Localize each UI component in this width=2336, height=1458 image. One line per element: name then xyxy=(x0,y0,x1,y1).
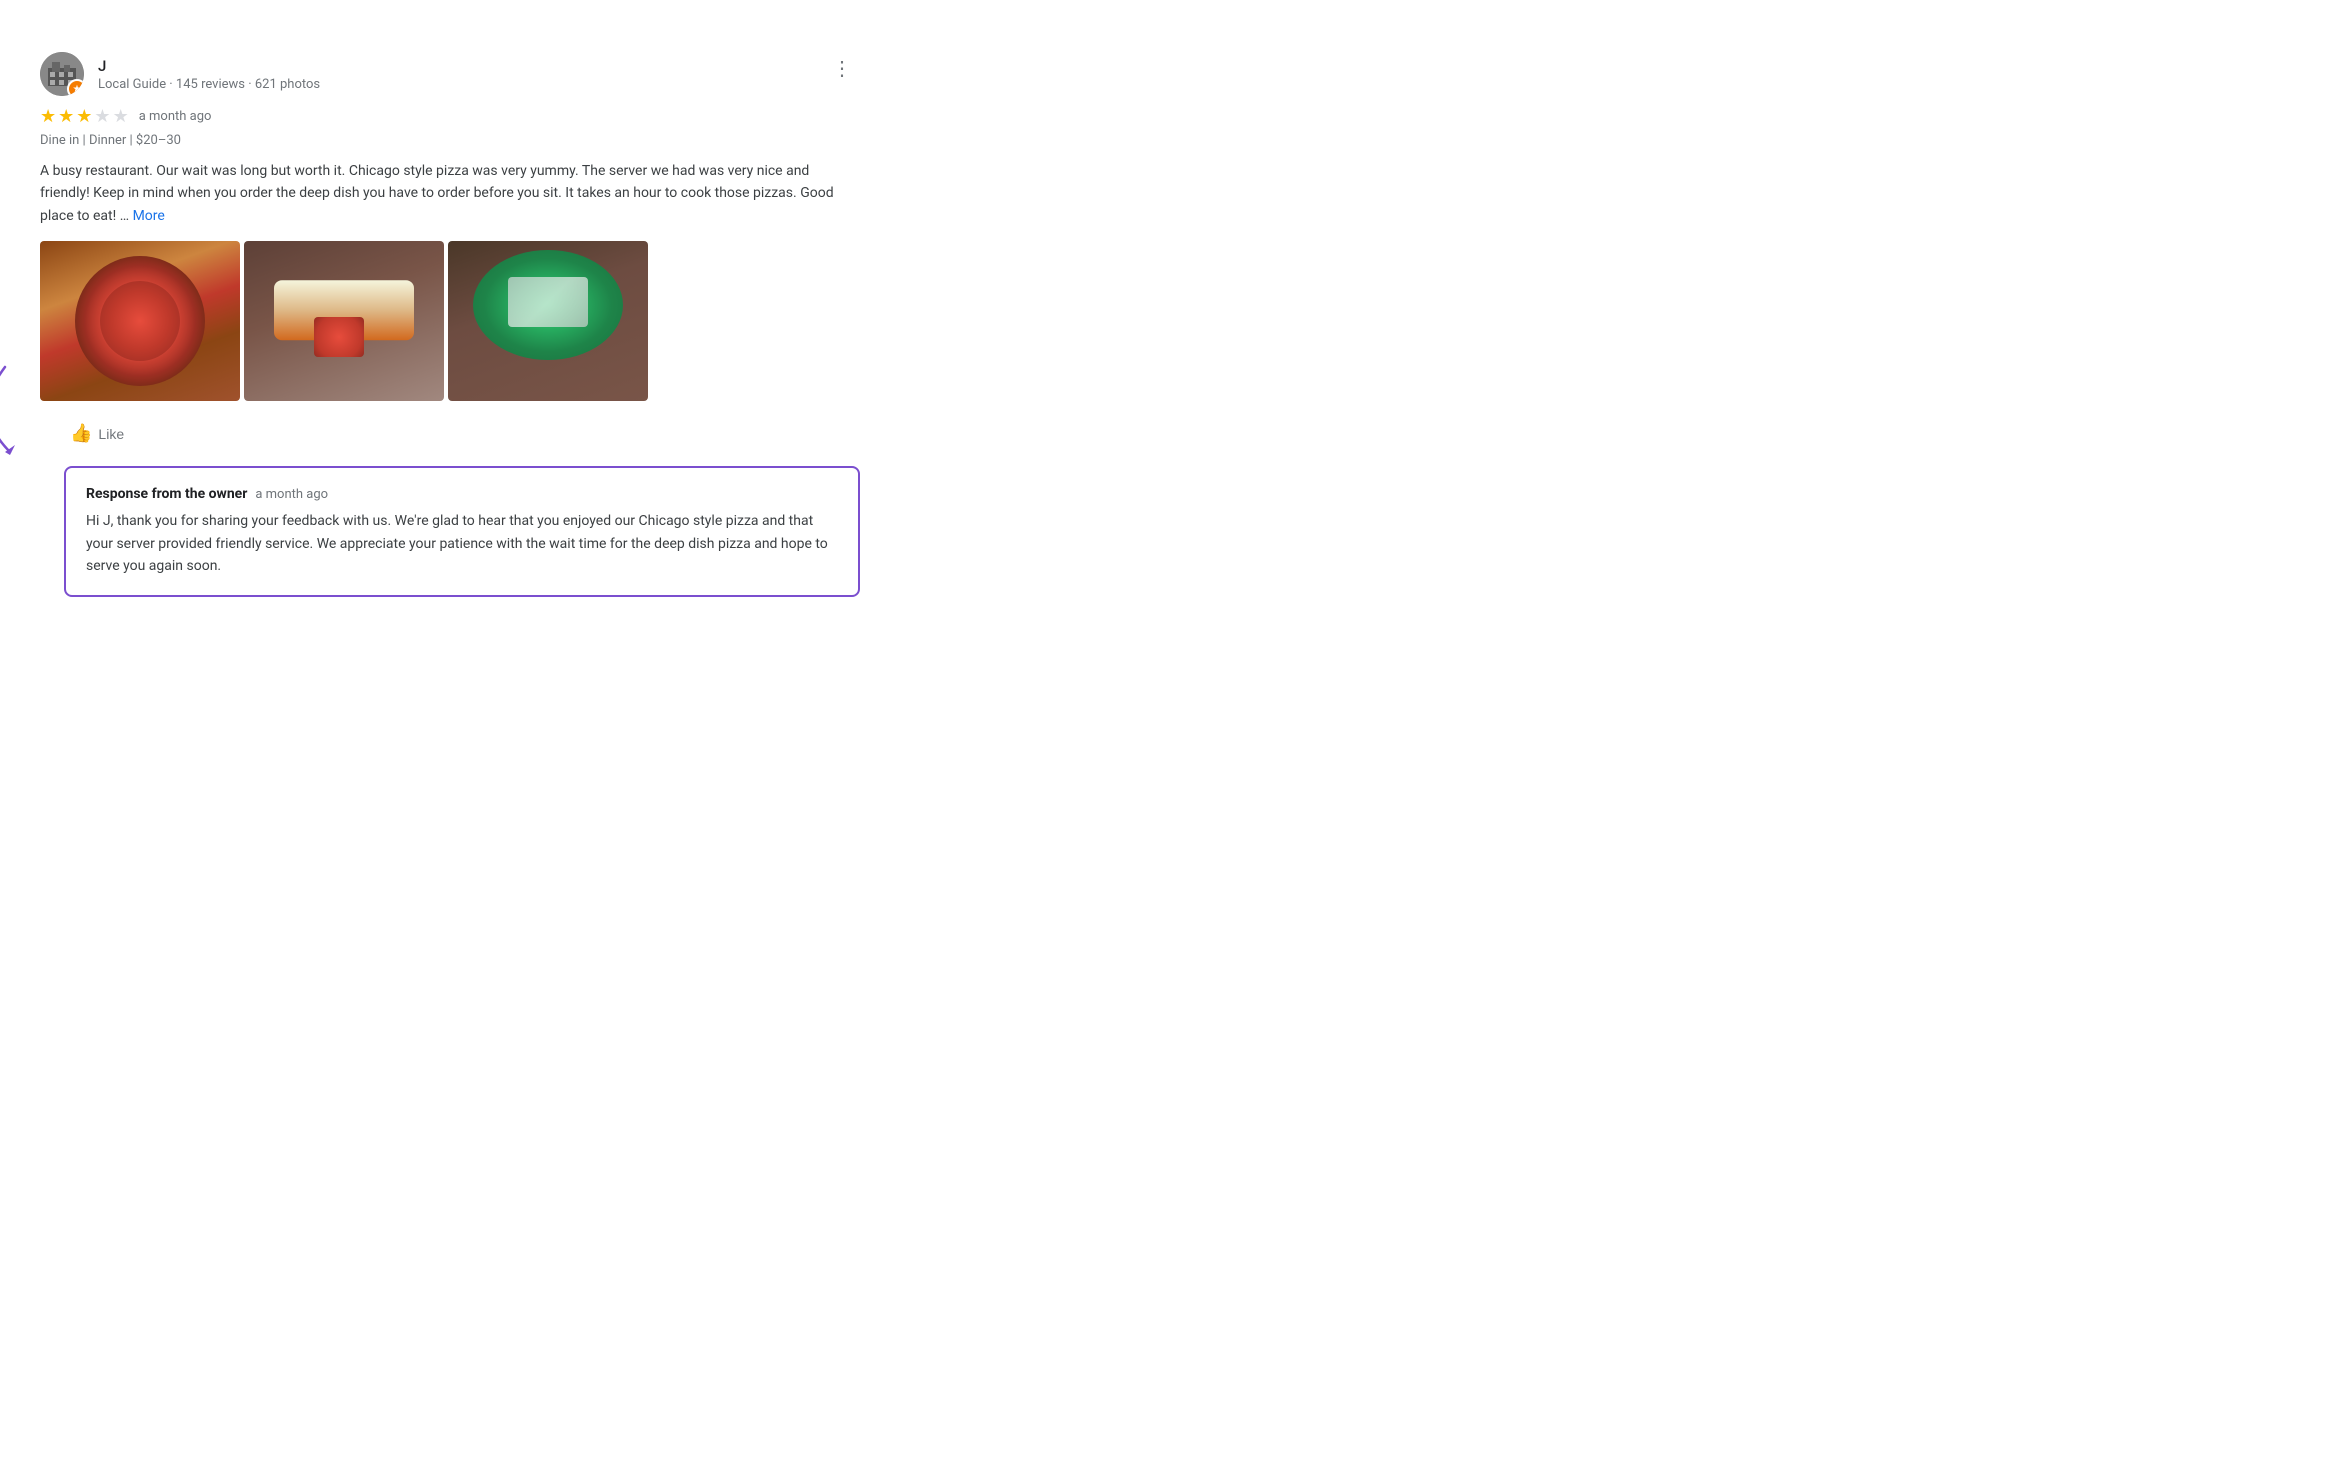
stars: ★ ★ ★ ★ ★ xyxy=(40,106,129,127)
more-link[interactable]: More xyxy=(133,208,165,224)
local-guide-badge: ★ xyxy=(67,79,84,96)
reviewer-meta: Local Guide · 145 reviews · 621 photos xyxy=(98,77,320,92)
star-3: ★ xyxy=(76,106,92,127)
owner-response-label: Response from the owner xyxy=(86,486,247,502)
owner-response-box: Response from the owner a month ago Hi J… xyxy=(64,466,860,597)
photo-bread[interactable] xyxy=(244,241,444,401)
reviewer-left: ★ J Local Guide · 145 reviews · 621 phot… xyxy=(40,52,320,96)
reviewer-info: J Local Guide · 145 reviews · 621 photos xyxy=(98,57,320,92)
like-row: 👍 Like xyxy=(60,417,860,450)
review-card: ★ J Local Guide · 145 reviews · 621 phot… xyxy=(40,32,860,617)
photos-row xyxy=(40,241,860,401)
like-label: Like xyxy=(98,426,124,442)
review-tags: Dine in | Dinner | $20–30 xyxy=(40,133,860,148)
annotation-wrapper: 👍 Like Response from the owner a month a… xyxy=(40,417,860,597)
review-text: A busy restaurant. Our wait was long but… xyxy=(40,160,860,227)
avatar: ★ xyxy=(40,52,84,96)
star-2: ★ xyxy=(58,106,74,127)
owner-response-text: Hi J, thank you for sharing your feedbac… xyxy=(86,510,838,577)
more-options-button[interactable]: ⋮ xyxy=(824,52,860,85)
owner-response-header: Response from the owner a month ago xyxy=(86,486,838,502)
star-4: ★ xyxy=(94,106,110,127)
star-1: ★ xyxy=(40,106,56,127)
thumbs-up-icon: 👍 xyxy=(70,423,92,444)
photo-pizza[interactable] xyxy=(40,241,240,401)
like-button[interactable]: 👍 Like xyxy=(60,417,134,450)
owner-response-time: a month ago xyxy=(255,487,328,502)
reviewer-name: J xyxy=(98,57,320,75)
review-time: a month ago xyxy=(139,109,212,124)
photo-salad[interactable] xyxy=(448,241,648,401)
star-5: ★ xyxy=(113,106,129,127)
reviewer-header: ★ J Local Guide · 145 reviews · 621 phot… xyxy=(40,52,860,96)
rating-row: ★ ★ ★ ★ ★ a month ago xyxy=(40,106,860,127)
